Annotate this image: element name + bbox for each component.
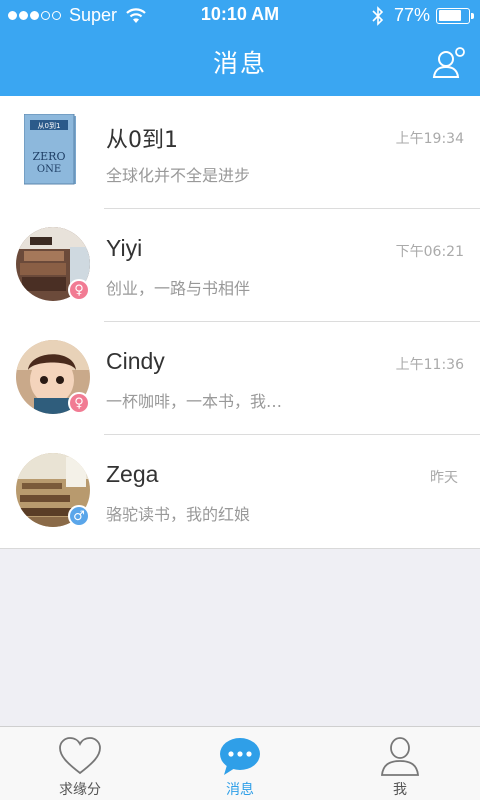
heart-icon bbox=[59, 737, 101, 775]
battery-icon bbox=[436, 7, 474, 24]
message-time: 下午06:21 bbox=[395, 244, 464, 260]
message-preview: 骆驼读书，我的红娘 bbox=[106, 505, 251, 524]
book-title-main: ZERO bbox=[33, 150, 66, 163]
status-right: 77% bbox=[372, 5, 474, 26]
contacts-icon[interactable] bbox=[432, 46, 466, 80]
book-cover-avatar: 从0到1 ZERO ONE bbox=[24, 114, 76, 185]
battery-fill bbox=[438, 10, 461, 21]
tab-bar: 求缘分 消息 我 bbox=[0, 726, 480, 800]
message-time: 昨天 bbox=[430, 470, 458, 486]
tab-me[interactable]: 我 bbox=[320, 727, 480, 800]
bluetooth-icon bbox=[372, 5, 384, 26]
message-preview: 全球化并不全是进步 bbox=[106, 166, 251, 185]
contact-name: 从0到1 bbox=[106, 128, 178, 153]
message-row[interactable]: ♀ Yiyi 创业，一路与书相伴 下午06:21 bbox=[0, 209, 480, 322]
contact-name: Yiyi bbox=[106, 235, 143, 261]
tab-match[interactable]: 求缘分 bbox=[0, 727, 160, 800]
message-list: 从0到1 ZERO ONE 从0到1 全球化并不全是进步 上午19:34 ♀ Y… bbox=[0, 96, 480, 549]
female-badge-icon: ♀ bbox=[68, 392, 90, 414]
page-title: 消息 bbox=[212, 49, 267, 78]
message-row[interactable]: ♀ Cindy 一杯咖啡，一本书，我… 上午11:36 bbox=[0, 322, 480, 435]
message-preview: 创业，一路与书相伴 bbox=[106, 279, 251, 298]
tab-label: 求缘分 bbox=[59, 782, 101, 798]
battery-percent: 77% bbox=[393, 5, 430, 25]
male-badge-icon: ♂ bbox=[68, 505, 90, 527]
tab-messages[interactable]: 消息 bbox=[160, 727, 320, 800]
message-preview: 一杯咖啡，一本书，我… bbox=[106, 392, 283, 411]
contact-name: Cindy bbox=[106, 348, 165, 374]
top-bar: Super 10:10 AM 77% 消息 bbox=[0, 0, 480, 96]
chat-bubble-icon bbox=[220, 738, 260, 775]
person-icon bbox=[381, 737, 419, 776]
status-bar: Super 10:10 AM 77% bbox=[0, 0, 480, 32]
message-time: 上午11:36 bbox=[395, 357, 464, 373]
message-row[interactable]: 从0到1 ZERO ONE 从0到1 全球化并不全是进步 上午19:34 bbox=[0, 96, 480, 209]
tab-label: 消息 bbox=[226, 782, 254, 798]
female-badge-icon: ♀ bbox=[68, 279, 90, 301]
book-title-sub: ONE bbox=[37, 164, 61, 175]
contact-name: Zega bbox=[106, 461, 159, 487]
tab-label: 我 bbox=[393, 782, 407, 798]
book-title-top: 从0到1 bbox=[38, 122, 61, 130]
message-row[interactable]: ♂ Zega 骆驼读书，我的红娘 昨天 bbox=[0, 435, 480, 548]
message-time: 上午19:34 bbox=[395, 131, 464, 147]
